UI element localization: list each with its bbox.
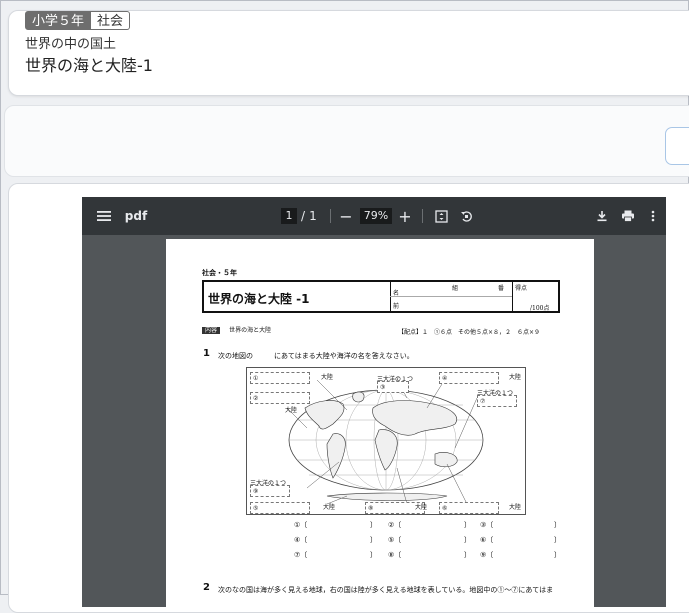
answer-5-open: ⑤〔 [388,536,402,544]
map-label-4: ④ [439,372,499,384]
answer-7-close: 〕 [370,551,377,559]
grade-badge: 小学５年 [25,11,92,30]
page-total: 1 [309,209,317,223]
page-title: 世界の海と大陸-1 [25,56,153,75]
answer-1-open: ①〔 [294,521,308,529]
page-current[interactable]: 1 [281,208,297,224]
ws-content-text: 世界の海と大陸 [229,327,272,334]
answer-6-open: ⑥〔 [480,536,494,544]
map-label-6-suffix: 大陸 [509,504,522,511]
ws-title: 世界の海と大陸 -1 [208,292,310,306]
map-label-5-suffix: 大陸 [323,504,336,511]
page-number-input[interactable]: 1 [281,197,297,235]
ws-divider [390,296,512,297]
zoom-level[interactable]: 79% [360,208,392,224]
answer-8-open: ⑧〔 [388,551,402,559]
ws-q2-text: 次のなの国は海が多く見える地球，右の国は陸が多く見える地球を表している。地図中の… [218,586,554,594]
ws-divider [512,282,513,311]
map-label-2-suffix: 大陸 [285,407,298,414]
answer-2-close: 〕 [464,521,471,529]
answer-1-close: 〕 [370,521,377,529]
answer-7-open: ⑦〔 [294,551,308,559]
answer-9-close: 〕 [554,551,561,559]
answer-5-close: 〕 [464,536,471,544]
badge-group: 小学５年 社会 [25,11,131,30]
app-label: pdf [124,209,148,223]
answer-8-close: 〕 [464,551,471,559]
more-vert-icon[interactable] [647,197,659,235]
toolbar-divider [330,209,331,223]
ws-score-label: 得点 [515,285,528,292]
fit-page-icon[interactable] [432,197,450,235]
answer-3-close: 〕 [554,521,561,529]
pdf-toolbar: pdf 1 / 1 − 79% + [82,197,666,235]
answer-6-close: 〕 [554,536,561,544]
answer-9-open: ⑨〔 [480,551,494,559]
map-label-8-suffix: 大陸 [415,504,428,511]
ws-header-table: 世界の海と大陸 -1 組 番 名 前 得点 /100点 [202,280,560,313]
map-label-5: ⑤ [250,502,310,514]
world-map-figure: ① 大陸 ② 大陸 三大洋の１つ ③ ④ 大陸 三大洋の１つ ⑦ 三大洋の１つ … [246,367,526,515]
map-label-4-suffix: 大陸 [509,374,522,381]
side-action-button[interactable] [665,127,689,165]
ws-content-tag: 内容 [202,327,221,334]
ws-q1-number: 1 [203,348,210,359]
answer-2-open: ②〔 [388,521,402,529]
map-label-2: ② [250,392,310,404]
toolbar-divider [422,209,423,223]
subject-badge: 社会 [91,11,131,30]
pdf-page: 社会・５年 世界の海と大陸 -1 組 番 名 前 得点 /100点 内容 世界の… [166,239,594,607]
answer-4-close: 〕 [370,536,377,544]
secondary-card [4,105,689,177]
pdf-viewer[interactable]: pdf 1 / 1 − 79% + 社会・５年 世界の海と大陸 -1 組 番 名… [82,197,666,607]
map-label-9: ⑨ [250,485,290,497]
ws-content-row: 内容 世界の海と大陸 [202,317,271,336]
ws-name-label-2: 前 [393,303,400,310]
zoom-input[interactable]: 79% [360,197,392,235]
menu-icon[interactable] [94,197,114,235]
ws-name-label-1: 名 [393,290,400,297]
ws-points: 【配点】１ ①６点 その他５点×８，２ ６点×９ [398,329,541,336]
map-label-1-suffix: 大陸 [321,374,334,381]
zoom-in-button[interactable]: + [397,197,413,235]
rotate-icon[interactable] [457,197,475,235]
ws-subject-grade: 社会・５年 [202,269,237,277]
download-icon[interactable] [593,197,611,235]
map-label-6: ⑥ [439,502,499,514]
zoom-out-button[interactable]: − [338,197,354,235]
ws-q2-number: 2 [203,582,210,593]
answer-3-open: ③〔 [480,521,494,529]
ws-class-label: 組 [452,285,459,292]
page-separator: / [300,209,306,223]
ws-number-label: 番 [498,285,505,292]
unit-title: 世界の中の国土 [25,37,117,52]
print-icon[interactable] [619,197,637,235]
ws-q1-text: 次の地図の にあてはまる大陸や海洋の名を答えなさい。 [218,352,414,360]
map-label-7: ⑦ [477,395,517,407]
ws-score-max: /100点 [530,305,550,312]
map-label-3: ③ [377,381,409,393]
answer-4-open: ④〔 [294,536,308,544]
map-label-1: ① [250,372,310,384]
